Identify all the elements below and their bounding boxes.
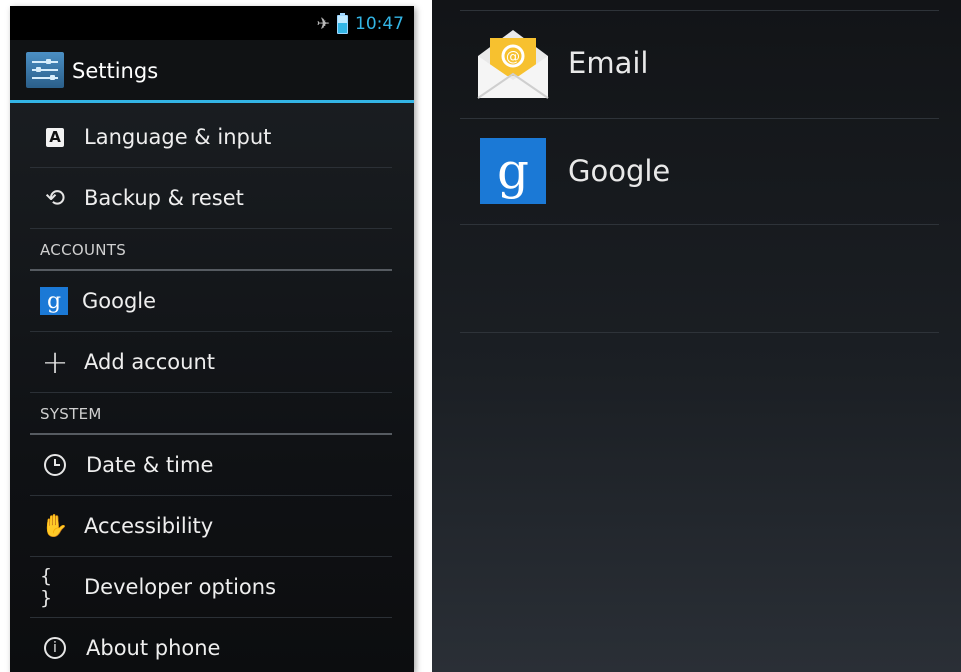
settings-item-label: Google [82, 289, 157, 313]
google-icon: g [40, 287, 68, 315]
settings-item-label: Accessibility [84, 514, 214, 538]
status-bar: ✈ 10:47 [10, 6, 414, 40]
divider [460, 10, 939, 11]
settings-item-about-phone[interactable]: i About phone [30, 618, 392, 672]
info-icon: i [44, 637, 66, 659]
settings-item-google[interactable]: g Google [30, 271, 392, 332]
google-icon: g [480, 138, 546, 204]
settings-list: A Language & input ⟲ Backup & reset ACCO… [30, 107, 392, 672]
hand-icon: ✋ [41, 513, 69, 539]
backup-reset-icon: ⟲ [44, 184, 66, 212]
settings-item-backup-reset[interactable]: ⟲ Backup & reset [30, 168, 392, 229]
page-title: Settings [72, 59, 159, 83]
section-header-label: ACCOUNTS [40, 241, 127, 259]
settings-item-label: Backup & reset [84, 186, 244, 210]
settings-item-label: Add account [84, 350, 215, 374]
account-type-picker: @ Email g Google [432, 0, 961, 672]
settings-item-label: Language & input [84, 125, 272, 149]
section-header-label: SYSTEM [40, 405, 102, 423]
battery-icon [337, 12, 348, 34]
airplane-icon: ✈ [316, 14, 330, 33]
divider [460, 224, 939, 225]
account-option-label: Google [568, 154, 671, 188]
settings-item-date-time[interactable]: Date & time [30, 435, 392, 496]
settings-item-developer-options[interactable]: { } Developer options [30, 557, 392, 618]
settings-item-accessibility[interactable]: ✋ Accessibility [30, 496, 392, 557]
divider [460, 332, 939, 333]
clock-icon [44, 454, 66, 476]
account-option-label: Email [568, 46, 649, 80]
section-header-system: SYSTEM [30, 393, 392, 435]
settings-item-add-account[interactable]: + Add account [30, 332, 392, 393]
section-header-accounts: ACCOUNTS [30, 229, 392, 271]
settings-screen: ✈ 10:47 Settings A Language & input ⟲ Ba… [10, 6, 414, 672]
divider [460, 118, 939, 119]
settings-item-language-input[interactable]: A Language & input [30, 107, 392, 168]
settings-app-icon[interactable] [26, 52, 64, 88]
settings-item-label: Date & time [86, 453, 214, 477]
account-option-google[interactable]: g Google [476, 138, 670, 204]
email-icon: @ [476, 28, 550, 99]
status-icons: ✈ 10:47 [316, 12, 404, 35]
plus-icon: + [41, 343, 69, 381]
action-bar: Settings [10, 40, 414, 103]
svg-text:@: @ [506, 49, 520, 65]
settings-item-label: About phone [86, 636, 221, 660]
braces-icon: { } [40, 565, 53, 609]
language-icon: A [46, 127, 64, 147]
account-option-email[interactable]: @ Email [476, 28, 649, 99]
settings-item-label: Developer options [84, 575, 277, 599]
status-time: 10:47 [355, 14, 404, 34]
